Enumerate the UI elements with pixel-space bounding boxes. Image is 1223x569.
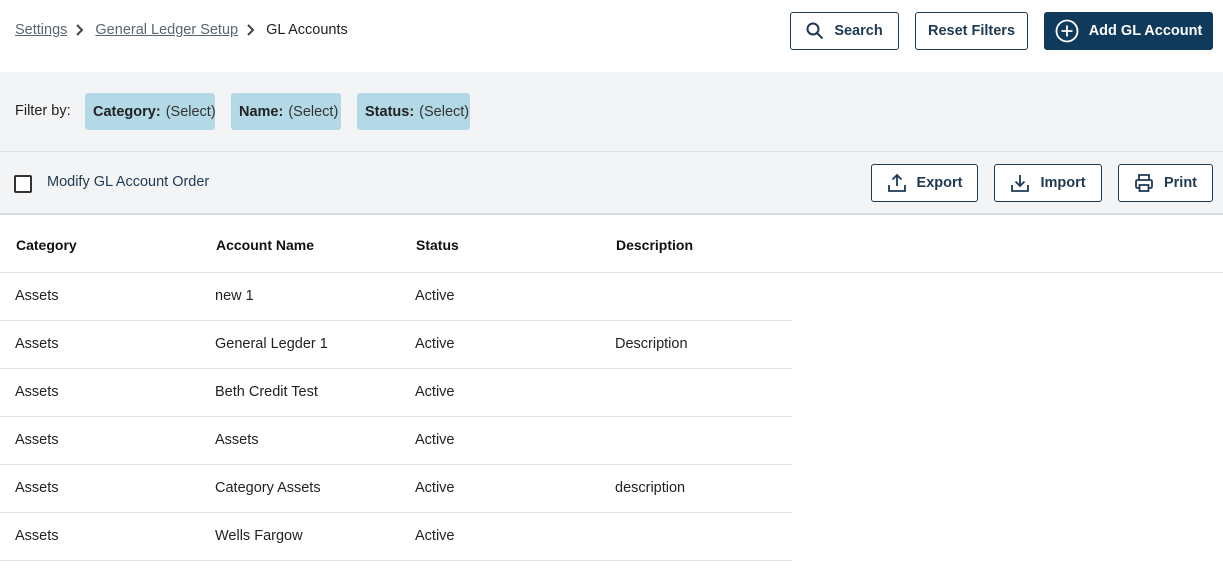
cell-description: description (615, 480, 686, 496)
cell-description: Description (615, 336, 688, 352)
download-icon (1010, 173, 1030, 193)
cell-account-name: Wells Fargow (215, 528, 303, 544)
name-filter-key: Name: (239, 103, 284, 120)
cell-status: Active (415, 384, 455, 400)
cell-status: Active (415, 528, 455, 544)
cell-account-name: General Legder 1 (215, 336, 328, 352)
column-header-account-name[interactable]: Account Name (216, 237, 314, 253)
name-filter-value: (Select) (288, 103, 339, 120)
cell-status: Active (415, 432, 455, 448)
search-icon (806, 22, 824, 40)
column-header-category[interactable]: Category (16, 237, 77, 253)
status-filter-value: (Select) (419, 103, 470, 120)
table-header: Category Account Name Status Description (0, 216, 1223, 273)
column-header-description[interactable]: Description (616, 237, 693, 253)
table-row[interactable]: Assets Category Assets Active descriptio… (0, 465, 792, 513)
export-button[interactable]: Export (871, 164, 978, 202)
search-button-label: Search (834, 23, 883, 39)
cell-status: Active (415, 288, 455, 304)
filter-bar: Filter by: Category: (Select) Name: (Sel… (0, 72, 1223, 152)
breadcrumb-settings-link[interactable]: Settings (15, 22, 67, 38)
cell-category: Assets (15, 528, 59, 544)
add-gl-account-label: Add GL Account (1088, 23, 1203, 39)
add-gl-account-button[interactable]: Add GL Account (1044, 12, 1213, 50)
category-filter-chip[interactable]: Category: (Select) (85, 93, 216, 130)
category-filter-value: (Select) (165, 103, 216, 120)
modify-order-checkbox[interactable] (14, 175, 32, 193)
chevron-right-icon (238, 21, 266, 39)
upload-icon (887, 173, 907, 193)
chevron-right-icon (67, 21, 95, 39)
cell-status: Active (415, 480, 455, 496)
cell-category: Assets (15, 384, 59, 400)
category-filter-key: Category: (93, 103, 161, 120)
reset-filters-button[interactable]: Reset Filters (915, 12, 1028, 50)
cell-account-name: Beth Credit Test (215, 384, 318, 400)
cell-account-name: Category Assets (215, 480, 321, 496)
reset-filters-label: Reset Filters (927, 23, 1016, 39)
table-row[interactable]: Assets Wells Fargow Active (0, 513, 792, 561)
print-button[interactable]: Print (1118, 164, 1213, 202)
cell-category: Assets (15, 336, 59, 352)
import-label: Import (1040, 175, 1086, 191)
import-button[interactable]: Import (994, 164, 1102, 202)
export-label: Export (916, 175, 963, 191)
modify-order-label[interactable]: Modify GL Account Order (47, 174, 209, 190)
cell-category: Assets (15, 432, 59, 448)
table-row[interactable]: Assets Beth Credit Test Active (0, 369, 792, 417)
table-row[interactable]: Assets Assets Active (0, 417, 792, 465)
printer-icon (1134, 173, 1154, 193)
page-header: Settings General Ledger Setup GL Account… (0, 0, 1223, 72)
breadcrumb-general-ledger-setup-link[interactable]: General Ledger Setup (95, 22, 238, 38)
cell-account-name: new 1 (215, 288, 254, 304)
filter-by-label: Filter by: (15, 103, 71, 119)
breadcrumb: Settings General Ledger Setup GL Account… (15, 21, 348, 39)
print-label: Print (1163, 175, 1198, 191)
table-row[interactable]: Assets new 1 Active (0, 273, 792, 321)
breadcrumb-current: GL Accounts (266, 22, 348, 38)
cell-category: Assets (15, 480, 59, 496)
status-filter-chip[interactable]: Status: (Select) (357, 93, 470, 130)
plus-circle-icon (1055, 19, 1079, 43)
cell-account-name: Assets (215, 432, 259, 448)
name-filter-chip[interactable]: Name: (Select) (231, 93, 341, 130)
cell-category: Assets (15, 288, 59, 304)
column-header-status[interactable]: Status (416, 237, 459, 253)
search-button[interactable]: Search (790, 12, 899, 50)
table-row[interactable]: Assets General Legder 1 Active Descripti… (0, 321, 792, 369)
cell-status: Active (415, 336, 455, 352)
status-filter-key: Status: (365, 103, 415, 120)
